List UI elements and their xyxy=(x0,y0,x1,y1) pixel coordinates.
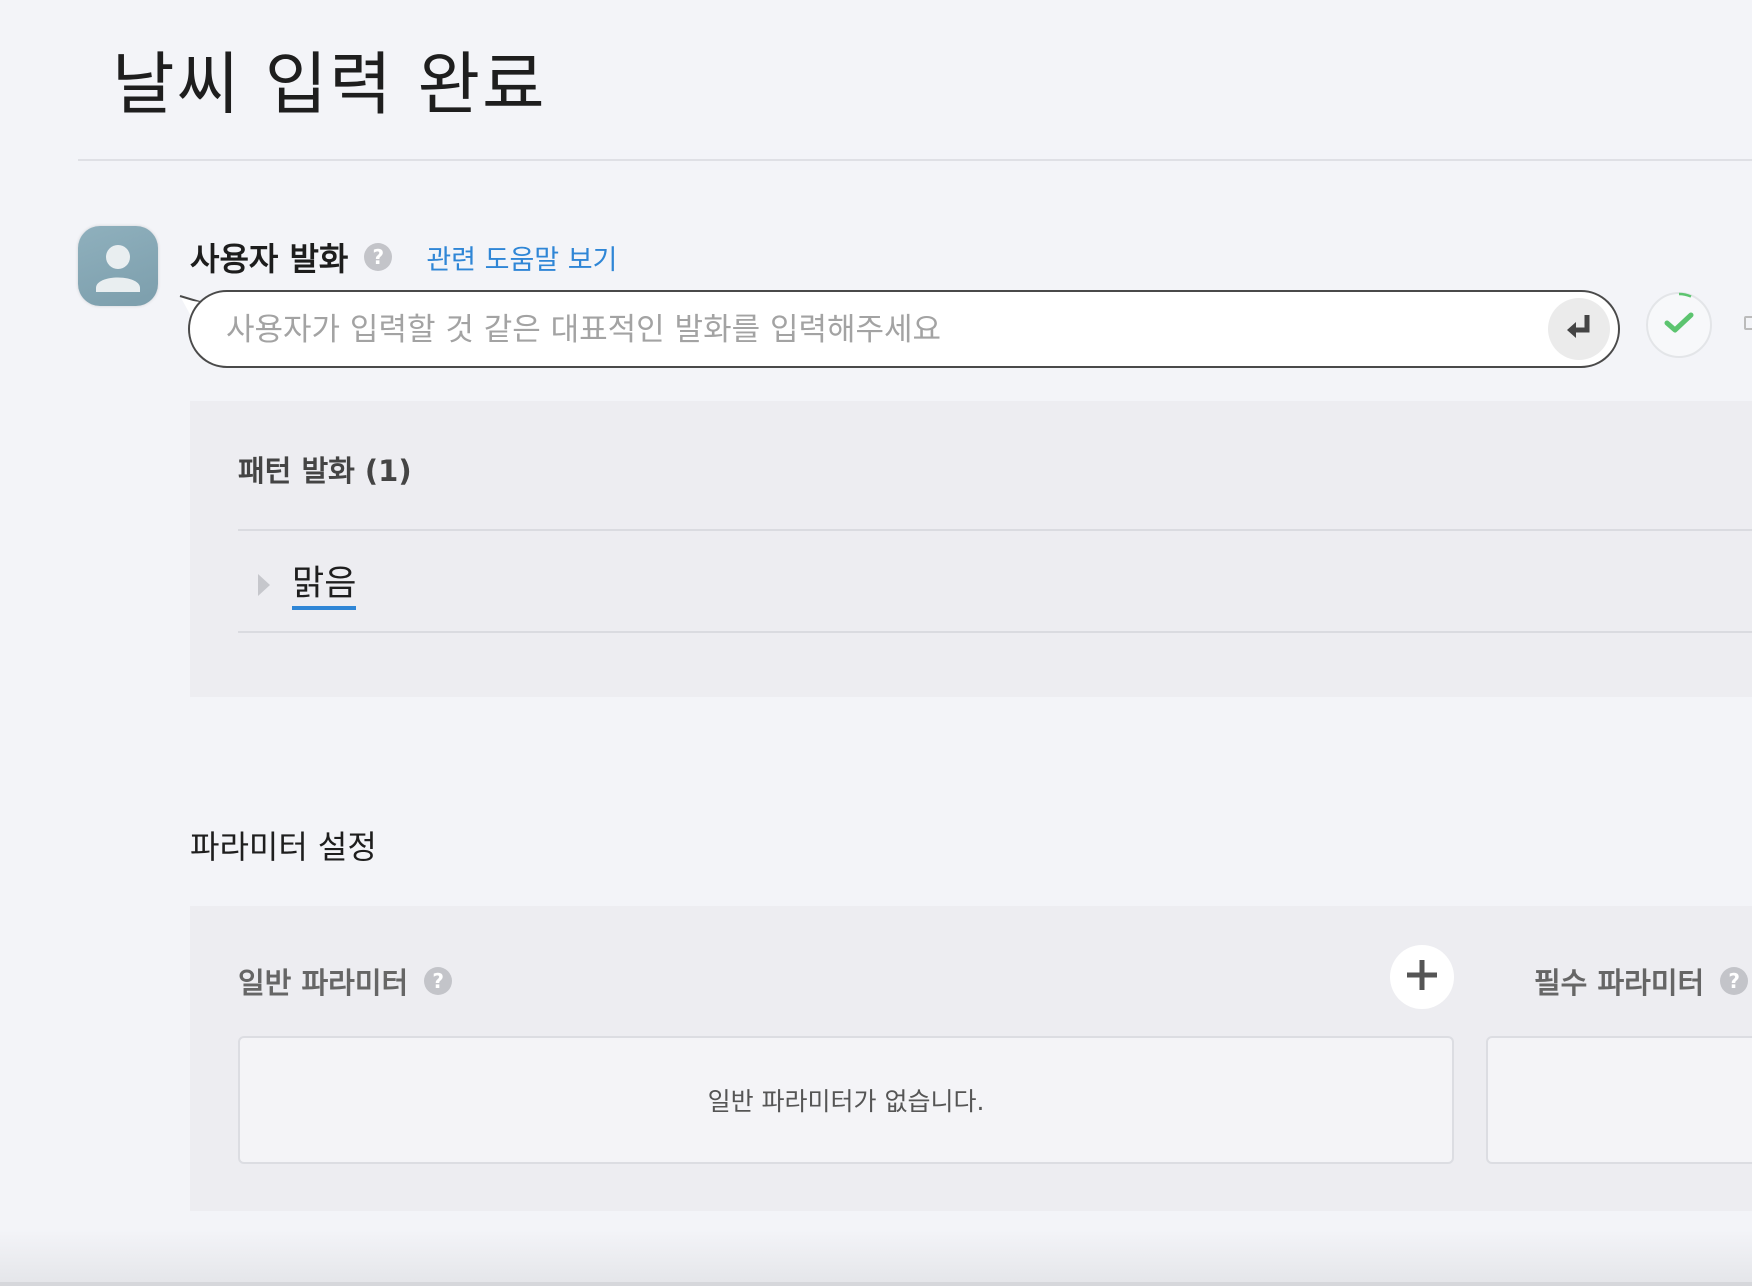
pattern-item[interactable]: 맑음 xyxy=(292,562,357,610)
question-icon[interactable]: ? xyxy=(424,967,453,995)
progress-arc xyxy=(1678,292,1692,298)
pattern-header: 패턴 발화 (1) xyxy=(238,454,412,488)
required-parameter-header: 필수 파라미터 ? xyxy=(1534,960,1749,1002)
status-indicator xyxy=(1646,292,1712,358)
add-parameter-button[interactable] xyxy=(1390,945,1454,1009)
bottom-shade xyxy=(0,1230,1752,1286)
parameter-settings-title: 파라미터 설정 xyxy=(190,828,377,866)
title-divider xyxy=(78,159,1752,161)
utterance-label: 사용자 발화 xyxy=(190,240,349,278)
enter-button[interactable] xyxy=(1548,298,1610,360)
enter-arrow-icon xyxy=(1562,310,1596,348)
question-icon[interactable]: ? xyxy=(1720,967,1749,995)
user-avatar-icon xyxy=(78,226,158,306)
page-title: 날씨 입력 완료 xyxy=(112,46,547,125)
required-parameter-box xyxy=(1486,1036,1752,1164)
divider xyxy=(238,529,1752,531)
utterance-input-container xyxy=(188,290,1620,368)
plus-icon xyxy=(1405,958,1439,996)
bottom-border xyxy=(0,1282,1752,1286)
expand-triangle-icon[interactable] xyxy=(258,574,270,596)
general-parameter-header: 일반 파라미터 ? xyxy=(238,960,453,1002)
cut-off-icon xyxy=(1744,316,1752,330)
general-parameter-label: 일반 파라미터 xyxy=(238,966,409,1000)
general-parameter-empty: 일반 파라미터가 없습니다. xyxy=(238,1036,1454,1164)
question-icon[interactable]: ? xyxy=(364,243,393,271)
divider xyxy=(238,631,1752,633)
utterance-input[interactable] xyxy=(224,292,1508,368)
empty-message: 일반 파라미터가 없습니다. xyxy=(707,1087,985,1116)
required-parameter-label: 필수 파라미터 xyxy=(1534,966,1705,1000)
utterance-header: 사용자 발화 ? 관련 도움말 보기 xyxy=(190,234,617,280)
pattern-panel xyxy=(190,401,1752,697)
help-link[interactable]: 관련 도움말 보기 xyxy=(426,238,617,277)
